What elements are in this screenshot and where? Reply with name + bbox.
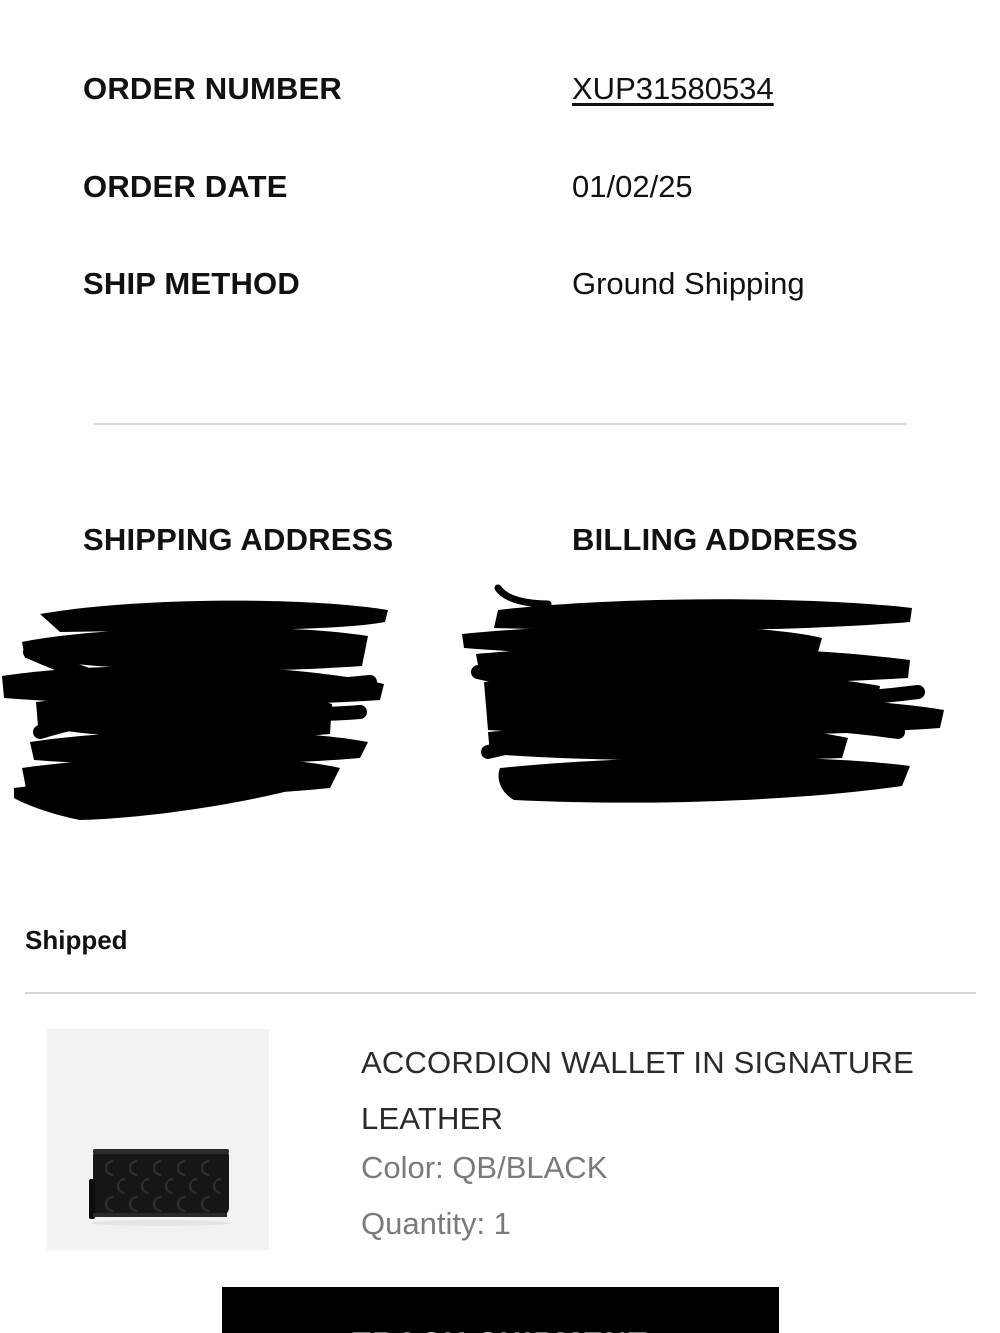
ship-method-value: Ground Shipping [572,266,805,301]
order-date-row: ORDER DATE 01/02/25 [0,169,1000,209]
wallet-icon [89,1149,231,1226]
product-quantity: Quantity: 1 [361,1206,511,1241]
ship-method-row: SHIP METHOD Ground Shipping [0,266,1000,306]
order-details-page: ORDER NUMBER XUP31580534 ORDER DATE 01/0… [0,0,1000,1333]
status-divider [25,992,976,994]
section-divider [94,423,907,425]
order-number-row: ORDER NUMBER XUP31580534 [0,71,1000,111]
billing-address-redaction [462,584,944,803]
shipment-status-label: Shipped [25,925,128,955]
ship-method-label: SHIP METHOD [83,266,300,301]
order-number-link[interactable]: XUP31580534 [572,71,774,107]
shipping-address-heading: SHIPPING ADDRESS [83,522,394,557]
product-name[interactable]: ACCORDION WALLET IN SIGNATURE LEATHER [361,1035,981,1147]
billing-address-heading: BILLING ADDRESS [572,522,859,557]
order-number-label: ORDER NUMBER [83,71,343,106]
track-shipment-button[interactable]: TRACK SHIPMENT [222,1287,779,1333]
order-date-label: ORDER DATE [83,169,288,204]
order-date-value: 01/02/25 [572,169,693,204]
product-image[interactable] [47,1029,269,1250]
product-color: Color: QB/BLACK [361,1150,608,1185]
shipping-address-redaction [2,600,388,820]
